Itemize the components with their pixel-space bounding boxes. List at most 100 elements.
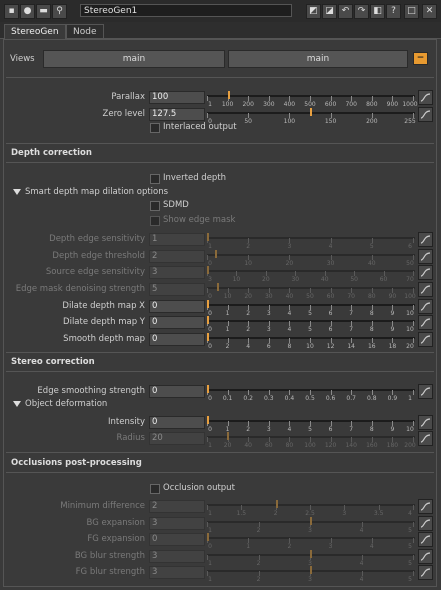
- close-icon[interactable]: ✕: [422, 4, 437, 19]
- sdmd-checkbox[interactable]: [150, 201, 160, 211]
- radius-slider-handle[interactable]: [226, 432, 229, 440]
- maximize-icon[interactable]: ◪: [322, 4, 337, 19]
- dilate-depth-y-input[interactable]: 0: [149, 316, 205, 329]
- minimum-difference-slider-handle[interactable]: [275, 500, 278, 508]
- animation-curve-icon[interactable]: [418, 107, 433, 122]
- zero-level-label: Zero level: [102, 109, 145, 119]
- intensity-slider-handle[interactable]: [207, 416, 209, 424]
- depth-edge-threshold-slider-track[interactable]: 0 10 20 30 40 50: [207, 250, 415, 267]
- interlaced-checkbox[interactable]: [150, 123, 160, 133]
- animation-curve-icon[interactable]: [418, 549, 433, 564]
- animation-curve-icon[interactable]: [418, 516, 433, 531]
- smooth-depth-map-slider-track[interactable]: 0 2 4 6 8 10 12 14 16 18 20: [207, 333, 415, 350]
- occlusions-heading: Occlusions post-processing: [11, 458, 142, 468]
- depth-edge-sensitivity-slider-handle[interactable]: [207, 233, 209, 241]
- dilate-depth-y-slider-track[interactable]: 0 1 2 3 4 5 6 7 8 9 10: [207, 316, 415, 333]
- depth-edge-threshold-slider-handle[interactable]: [215, 250, 218, 258]
- zero-level-slider-handle[interactable]: [310, 108, 312, 116]
- edge-mask-denoising-slider-handle[interactable]: [217, 283, 220, 291]
- tab-node[interactable]: Node: [66, 24, 104, 39]
- animation-curve-icon[interactable]: [418, 249, 433, 264]
- camera-icon[interactable]: ▬: [36, 4, 51, 19]
- show-edge-mask-checkbox[interactable]: [150, 216, 160, 226]
- minimum-difference-input[interactable]: 2: [149, 500, 205, 513]
- slider-tick-label: 1: [208, 510, 212, 517]
- bg-expansion-input[interactable]: 3: [149, 517, 205, 530]
- animation-curve-icon[interactable]: [418, 232, 433, 247]
- undo-icon[interactable]: ↶: [338, 4, 353, 19]
- fg-blur-strength-input[interactable]: 3: [149, 566, 205, 579]
- radius-input[interactable]: 20: [149, 432, 205, 445]
- animation-curve-icon[interactable]: [418, 384, 433, 399]
- help-icon[interactable]: ?: [386, 4, 401, 19]
- node-name-field[interactable]: StereoGen1: [80, 4, 292, 17]
- fg-expansion-input[interactable]: 0: [149, 533, 205, 546]
- animation-curve-icon[interactable]: [418, 415, 433, 430]
- dilate-depth-x-slider-handle[interactable]: [207, 300, 209, 308]
- float-icon[interactable]: ◩: [306, 4, 321, 19]
- animation-curve-icon[interactable]: [418, 299, 433, 314]
- dilate-depth-x-input[interactable]: 0: [149, 300, 205, 313]
- animation-curve-icon[interactable]: [418, 90, 433, 105]
- source-edge-sensitivity-slider-track[interactable]: 3 10 20 30 40 50 60 70: [207, 266, 415, 283]
- source-edge-sensitivity-slider-handle[interactable]: [207, 266, 209, 274]
- zero-level-input[interactable]: 127.5: [149, 108, 205, 121]
- fg-blur-strength-slider-handle[interactable]: [310, 566, 312, 574]
- edge-smoothing-slider-handle[interactable]: [207, 385, 209, 393]
- stereo-correction-heading: Stereo correction: [11, 357, 95, 367]
- edge-smoothing-input[interactable]: 0: [149, 385, 205, 398]
- edge-mask-denoising-input[interactable]: 5: [149, 283, 205, 296]
- animation-curve-icon[interactable]: [418, 282, 433, 297]
- source-edge-sensitivity-input[interactable]: 3: [149, 266, 205, 279]
- dilate-depth-y-slider-handle[interactable]: [207, 316, 209, 324]
- depth-edge-sensitivity-slider-track[interactable]: 1 2 3 4 5 6: [207, 233, 415, 250]
- smooth-depth-map-slider-handle[interactable]: [207, 333, 209, 341]
- zero-level-slider-track[interactable]: 0 50 100 150 200 255: [207, 108, 416, 125]
- animation-curve-icon[interactable]: [418, 431, 433, 446]
- view-left-button[interactable]: main: [43, 50, 225, 68]
- dilate-depth-x-slider-track[interactable]: 0 1 2 3 4 5 6 7 8 9 10: [207, 300, 415, 317]
- bg-expansion-slider-track[interactable]: 12345: [207, 517, 415, 534]
- animation-curve-icon[interactable]: [418, 265, 433, 280]
- edge-smoothing-slider-track[interactable]: 0 0.1 0.2 0.3 0.4 0.5 0.6 0.7 0.8 0.9 1: [207, 385, 415, 402]
- inverted-depth-checkbox[interactable]: [150, 174, 160, 184]
- smooth-depth-map-input[interactable]: 0: [149, 333, 205, 346]
- animation-curve-icon[interactable]: [418, 565, 433, 580]
- minimize-icon[interactable]: □: [404, 4, 419, 19]
- animation-curve-icon[interactable]: [418, 332, 433, 347]
- parallax-slider-track[interactable]: 1 100 200 300 400 500 600 700 800 900 1000: [207, 91, 418, 108]
- smart-dilation-group-toggle[interactable]: Smart depth map dilation options: [13, 187, 168, 197]
- intensity-input[interactable]: 0: [149, 416, 205, 429]
- bg-expansion-slider-handle[interactable]: [310, 517, 312, 525]
- restore-icon[interactable]: ◧: [370, 4, 385, 19]
- radius-slider-track[interactable]: 1 20 40 60 80 100 120 140 160 180 200: [207, 432, 416, 449]
- settings-icon[interactable]: ●: [20, 4, 35, 19]
- view-right-button[interactable]: main: [228, 50, 408, 68]
- fg-blur-strength-slider-track[interactable]: 1 2 3 4 5: [207, 566, 415, 583]
- animation-curve-icon[interactable]: [418, 532, 433, 547]
- pin-icon[interactable]: ▪: [4, 4, 19, 19]
- edge-mask-denoising-slider-track[interactable]: 0 10 20 30 40 50 60 70 80 90 100: [207, 283, 416, 300]
- parallax-slider-handle[interactable]: [227, 91, 230, 99]
- fg-expansion-slider-track[interactable]: 0 1 2 3 4 5: [207, 533, 415, 550]
- depth-edge-threshold-input[interactable]: 2: [149, 250, 205, 263]
- animation-curve-icon[interactable]: [418, 499, 433, 514]
- bg-blur-strength-input[interactable]: 3: [149, 550, 205, 563]
- object-deformation-group-toggle[interactable]: Object deformation: [13, 399, 107, 409]
- depth-edge-sensitivity-input[interactable]: 1: [149, 233, 205, 246]
- bg-blur-strength-slider-track[interactable]: 12345: [207, 550, 415, 567]
- bg-blur-strength-slider-handle[interactable]: [310, 550, 312, 558]
- animation-curve-icon[interactable]: [418, 315, 433, 330]
- redo-icon[interactable]: ↷: [354, 4, 369, 19]
- node-graph-icon[interactable]: ⚲: [52, 4, 67, 19]
- fg-expansion-slider-handle[interactable]: [207, 533, 209, 541]
- slider-tick-label: 100: [221, 101, 234, 108]
- tab-stereogen[interactable]: StereoGen: [4, 24, 66, 39]
- views-label: Views: [10, 54, 35, 64]
- remove-view-button[interactable]: −: [413, 52, 428, 65]
- parallax-label: Parallax: [111, 92, 145, 102]
- intensity-slider-track[interactable]: 0 1 2 3 4 5 6 7 8 9 10: [207, 416, 415, 433]
- parallax-input[interactable]: 100: [149, 91, 205, 104]
- minimum-difference-slider-track[interactable]: 1 1.5 2 2.5 3 3.5 4: [207, 500, 415, 517]
- occlusion-output-checkbox[interactable]: [150, 484, 160, 494]
